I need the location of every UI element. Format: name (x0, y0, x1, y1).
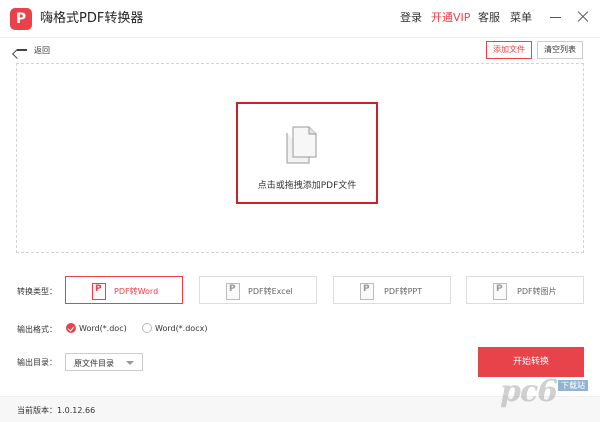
output-dir-label: 输出目录： (17, 358, 57, 367)
output-dir-select[interactable]: 原文件目录 (65, 353, 143, 371)
pdf-file-icon (493, 283, 507, 300)
menu-link[interactable]: 菜单 (510, 10, 532, 26)
login-link[interactable]: 登录 (400, 10, 422, 26)
back-arrow-icon (16, 44, 28, 56)
output-format-label: 输出格式： (17, 325, 57, 334)
type-label: PDF转Excel (248, 287, 293, 296)
pdf-file-icon (360, 283, 374, 300)
clear-list-button[interactable]: 清空列表 (537, 41, 583, 59)
type-label: PDF转图片 (517, 287, 557, 296)
start-convert-button[interactable]: 开始转换 (478, 347, 584, 377)
type-pdf-to-word[interactable]: PDF转Word (65, 276, 183, 304)
version-text: 当前版本：1.0.12.66 (17, 406, 96, 415)
watermark-logo: pc6 (500, 374, 558, 409)
service-link[interactable]: 客服 (478, 10, 500, 26)
back-button[interactable]: 返回 (16, 42, 50, 58)
vip-link[interactable]: 开通VIP (431, 10, 470, 26)
back-label: 返回 (34, 45, 50, 55)
radio-label: Word(*.docx) (155, 323, 208, 333)
app-logo-icon: P (10, 8, 32, 30)
radio-checked-icon (66, 323, 76, 333)
app-title: 嗨格式PDF转换器 (40, 11, 144, 26)
chevron-down-icon (126, 361, 134, 365)
type-pdf-to-ppt[interactable]: PDF转PPT (333, 276, 451, 304)
close-icon[interactable] (576, 10, 590, 24)
pdf-file-icon (226, 283, 240, 300)
pdf-file-icon (92, 283, 106, 300)
document-icon (286, 126, 317, 164)
watermark: pc6 下载站 (500, 374, 596, 414)
type-pdf-to-image[interactable]: PDF转图片 (466, 276, 584, 304)
output-dir-value: 原文件目录 (74, 359, 114, 368)
minimize-icon[interactable] (549, 10, 563, 24)
type-label: PDF转PPT (384, 287, 423, 296)
type-label: PDF转Word (114, 287, 159, 296)
drop-zone-text: 点击或拖拽添加PDF文件 (257, 181, 357, 191)
radio-label: Word(*.doc) (79, 323, 127, 333)
format-docx-radio[interactable]: Word(*.docx) (142, 322, 207, 334)
title-bar: P 嗨格式PDF转换器 登录 开通VIP 客服 菜单 (0, 0, 600, 38)
conversion-type-label: 转换类型： (17, 287, 57, 296)
radio-unchecked-icon (142, 323, 152, 333)
format-doc-radio[interactable]: Word(*.doc) (66, 322, 127, 334)
type-pdf-to-excel[interactable]: PDF转Excel (199, 276, 317, 304)
add-file-button[interactable]: 添加文件 (486, 41, 532, 59)
watermark-sub: 下载站 (558, 380, 588, 391)
